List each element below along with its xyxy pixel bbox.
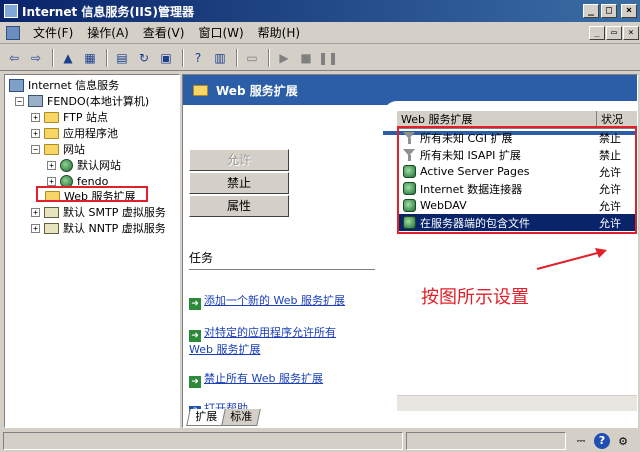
tree-item-label: 默认网站 bbox=[77, 159, 121, 172]
up-folder-icon[interactable]: ▲ bbox=[58, 48, 78, 68]
expand-icon[interactable]: + bbox=[47, 160, 56, 170]
stop-icon[interactable]: ■ bbox=[296, 48, 316, 68]
computer-icon bbox=[28, 95, 43, 107]
menu-action[interactable]: 操作(A) bbox=[80, 24, 136, 41]
expand-icon[interactable]: + bbox=[47, 176, 56, 186]
mdi-restore-button[interactable]: ▭ bbox=[606, 25, 622, 40]
tree-item-label: FENDO(本地计算机) bbox=[47, 95, 150, 108]
tree-item-label: FTP 站点 bbox=[63, 111, 108, 124]
allow-button[interactable]: 允许 bbox=[189, 149, 289, 171]
details-icon[interactable]: ▥ bbox=[210, 48, 230, 68]
folder-icon bbox=[44, 111, 59, 123]
expand-icon[interactable]: + bbox=[31, 207, 40, 217]
tree-item-websites[interactable]: − 网站 bbox=[31, 141, 85, 157]
details-pane: Web 服务扩展 允许 禁止 属性 任务 ➜ 添加一个新的 Web 服务扩展 ➜ 对… bbox=[182, 74, 638, 428]
menu-view[interactable]: 查看(V) bbox=[136, 24, 192, 41]
close-button[interactable]: × bbox=[621, 4, 637, 18]
arrow-right-icon: ➜ bbox=[189, 376, 201, 388]
iis-app-icon bbox=[4, 4, 18, 18]
menu-bar: 文件(F) 操作(A) 查看(V) 窗口(W) 帮助(H) _ ▭ × bbox=[0, 22, 640, 44]
arrow-right-icon: ➜ bbox=[189, 330, 201, 342]
menu-help[interactable]: 帮助(H) bbox=[251, 24, 307, 41]
banner-title: Web 服务扩展 bbox=[216, 83, 298, 98]
tasks-heading: 任务 bbox=[189, 251, 214, 265]
show-tree-icon[interactable]: ▦ bbox=[80, 48, 100, 68]
help-icon[interactable]: ? bbox=[188, 48, 208, 68]
forward-arrow-icon[interactable]: ⇨ bbox=[26, 48, 46, 68]
title-bar: Internet 信息服务(IIS)管理器 _ □ × bbox=[0, 0, 640, 22]
globe-icon bbox=[60, 158, 73, 172]
export-icon[interactable]: ▣ bbox=[156, 48, 176, 68]
tree-item-label: 默认 SMTP 虚拟服务 bbox=[63, 206, 166, 219]
status-bar: ⎓ ? ⚙ bbox=[0, 430, 640, 452]
tab-extended[interactable]: 扩展 bbox=[186, 409, 226, 426]
tab-standard[interactable]: 标准 bbox=[221, 409, 261, 426]
play-icon[interactable]: ▶ bbox=[274, 48, 294, 68]
annotation-arrow-icon bbox=[536, 248, 607, 270]
refresh-icon[interactable]: ↻ bbox=[134, 48, 154, 68]
tree-pane[interactable]: Internet 信息服务 − FENDO(本地计算机) + FTP 站点 + … bbox=[4, 74, 180, 428]
tree-item-default-site[interactable]: + 默认网站 bbox=[47, 157, 121, 173]
add-extension-link[interactable]: ➜ 添加一个新的 Web 服务扩展 bbox=[189, 293, 373, 310]
maximize-button[interactable]: □ bbox=[601, 4, 617, 18]
tree-item-label: Internet 信息服务 bbox=[28, 79, 120, 92]
toolbar: ⇦ ⇨ ▲ ▦ ▤ ↻ ▣ ? ▥ ▭ ▶ ■ ❚❚ bbox=[0, 45, 640, 71]
collapse-icon[interactable]: − bbox=[31, 144, 40, 154]
view-tabs: 扩展 标准 bbox=[186, 409, 261, 427]
tree-item-nntp[interactable]: + 默认 NNTP 虚拟服务 bbox=[31, 220, 166, 236]
prohibit-all-link[interactable]: ➜ 禁止所有 Web 服务扩展 bbox=[189, 371, 373, 388]
minimize-button[interactable]: _ bbox=[583, 4, 599, 18]
iis-root-icon bbox=[9, 78, 24, 92]
expand-icon[interactable]: + bbox=[31, 112, 40, 122]
computer-icon[interactable]: ▭ bbox=[242, 48, 262, 68]
menu-window[interactable]: 窗口(W) bbox=[191, 24, 250, 41]
mdi-close-button[interactable]: × bbox=[623, 25, 639, 40]
mdi-minimize-button[interactable]: _ bbox=[589, 25, 605, 40]
gear-icon[interactable]: ⚙ bbox=[614, 433, 632, 449]
properties-icon[interactable]: ▤ bbox=[112, 48, 132, 68]
collapse-icon[interactable]: − bbox=[15, 96, 24, 106]
annotation-text: 按图所示设置 bbox=[421, 287, 529, 308]
expand-icon[interactable]: + bbox=[31, 223, 40, 233]
back-arrow-icon[interactable]: ⇦ bbox=[4, 48, 24, 68]
tree-item-ftp[interactable]: + FTP 站点 bbox=[31, 109, 108, 125]
tree-item-iis-root[interactable]: Internet 信息服务 bbox=[9, 77, 119, 93]
tree-item-server[interactable]: − FENDO(本地计算机) bbox=[15, 93, 149, 109]
properties-button[interactable]: 属性 bbox=[189, 195, 289, 217]
folder-icon bbox=[193, 84, 208, 96]
prohibit-button[interactable]: 禁止 bbox=[189, 172, 289, 194]
folder-icon bbox=[44, 143, 59, 155]
horizontal-scrollbar[interactable] bbox=[397, 395, 637, 411]
menu-file[interactable]: 文件(F) bbox=[26, 24, 80, 41]
folder-icon bbox=[44, 127, 59, 139]
allow-for-app-link[interactable]: ➜ 对特定的应用程序允许所有 Web 服务扩展 bbox=[189, 325, 373, 357]
help-icon: ? bbox=[594, 433, 610, 449]
tree-item-label: 默认 NNTP 虚拟服务 bbox=[63, 222, 166, 235]
tree-item-smtp[interactable]: + 默认 SMTP 虚拟服务 bbox=[31, 204, 166, 220]
expand-icon[interactable]: + bbox=[31, 128, 40, 138]
tree-item-label: 应用程序池 bbox=[63, 127, 118, 140]
tree-item-app-pools[interactable]: + 应用程序池 bbox=[31, 125, 118, 141]
console-doc-icon[interactable] bbox=[6, 25, 20, 40]
window-title: Internet 信息服务(IIS)管理器 bbox=[22, 4, 194, 19]
arrow-right-icon: ➜ bbox=[189, 298, 201, 310]
network-icon[interactable]: ⎓ bbox=[572, 433, 590, 449]
nntp-icon bbox=[44, 222, 59, 234]
list-highlight-box bbox=[397, 126, 637, 234]
pause-icon[interactable]: ❚❚ bbox=[318, 48, 338, 68]
status-cell-secondary bbox=[406, 432, 566, 450]
status-cell-main bbox=[3, 432, 403, 450]
smtp-icon bbox=[44, 206, 59, 218]
tree-item-label: 网站 bbox=[63, 143, 85, 156]
tree-highlight-box bbox=[36, 186, 148, 202]
